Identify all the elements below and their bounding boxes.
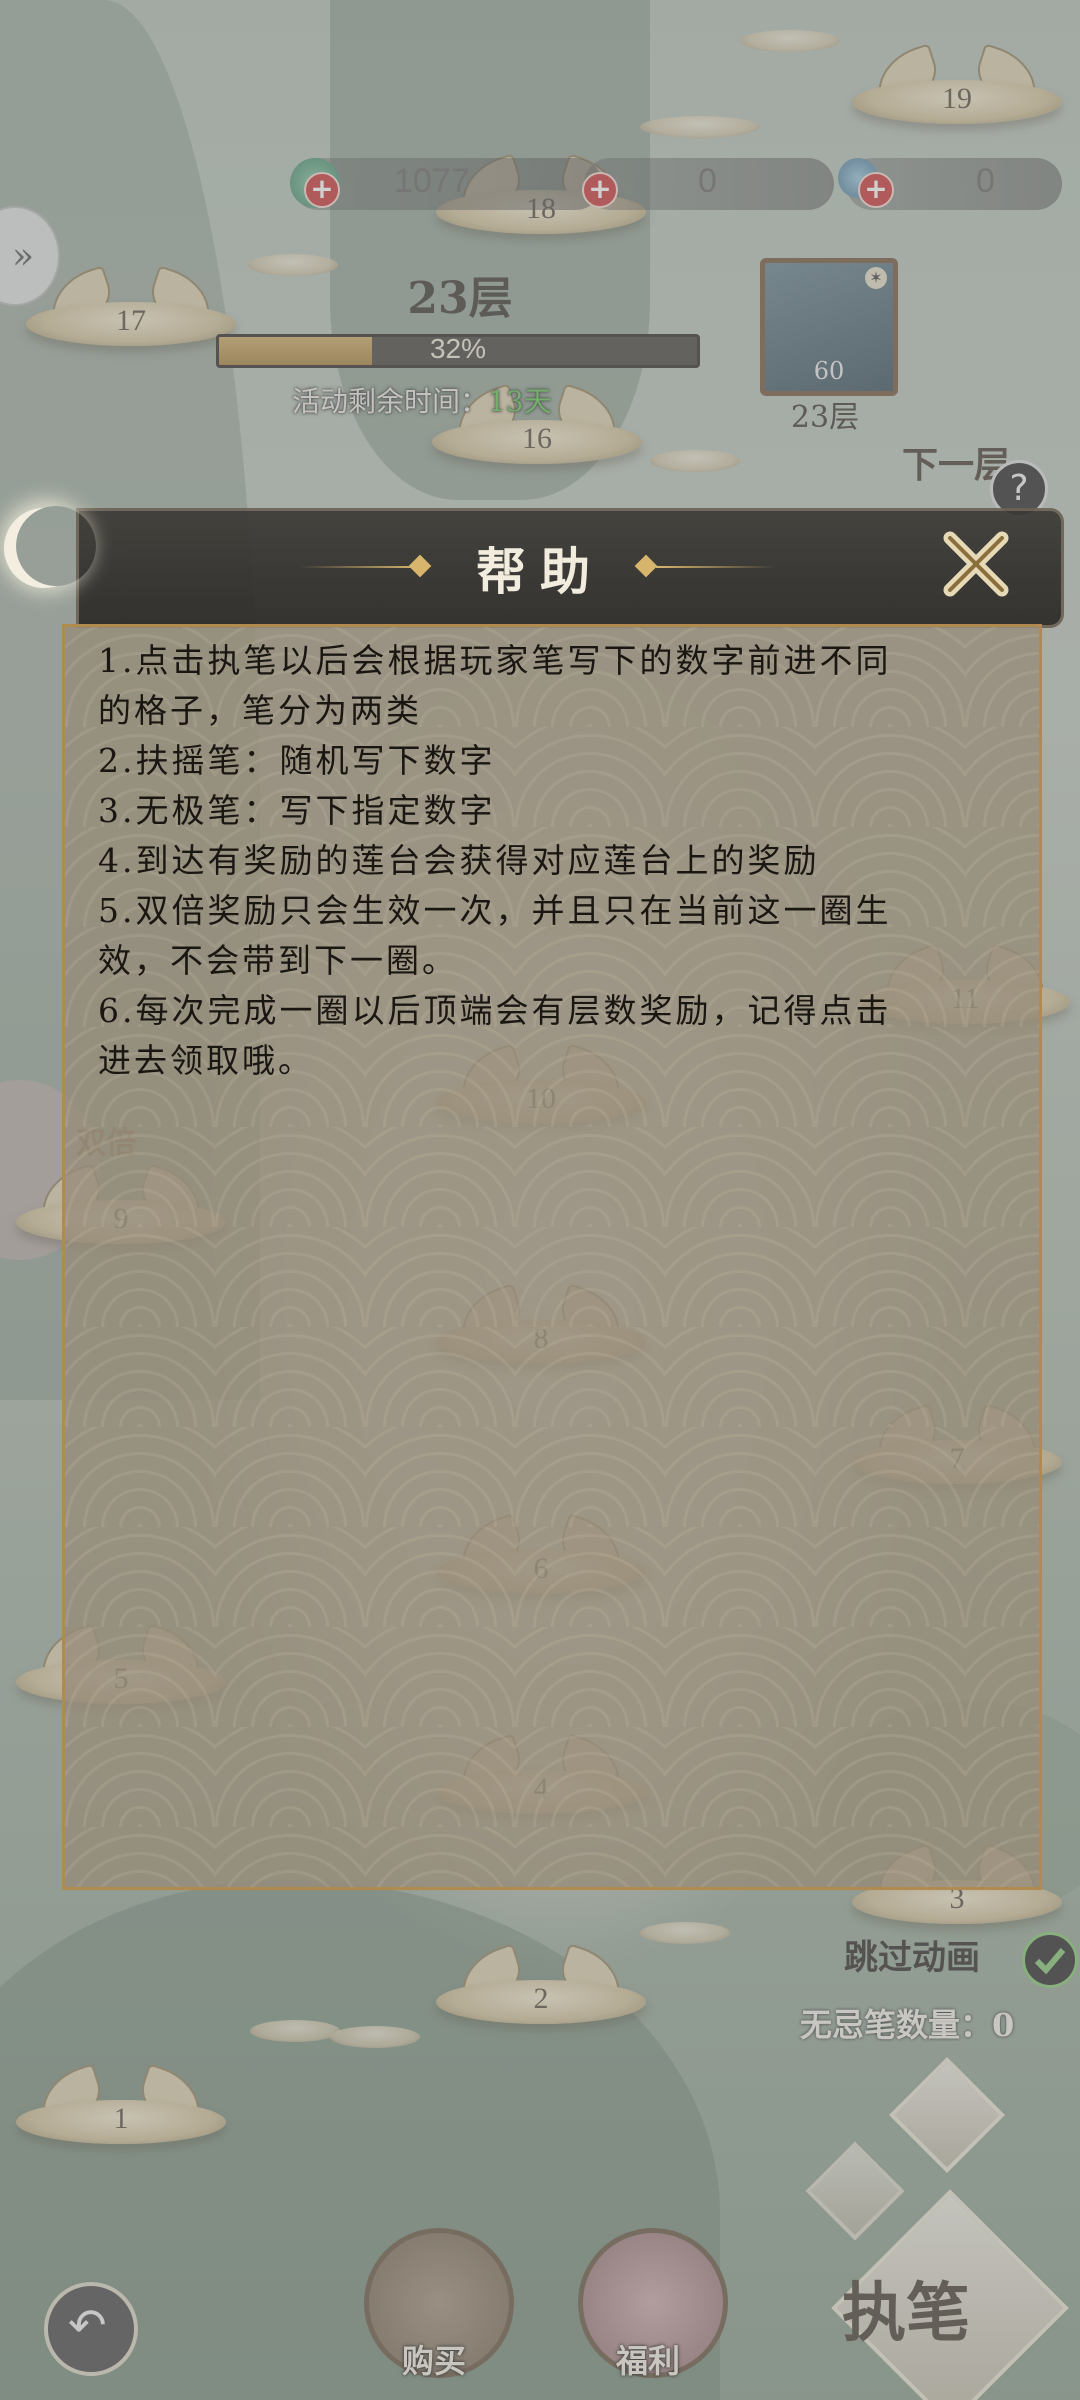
help-line: 2.扶摇笔：随机写下数字 [98,741,496,780]
help-line: 5.双倍奖励只会生效一次，并且只在当前这一圈生 [98,891,892,930]
help-line: 6.每次完成一圈以后顶端会有层数奖励，记得点击 [98,991,892,1030]
title-decor-line [300,566,420,568]
game-screen: { "resources": [ {"name": "jade-currency… [0,0,1080,2400]
moon-icon [16,506,96,586]
help-line: 进去领取哦。 [98,1041,314,1080]
help-line: 1.点击执笔以后会根据玩家笔写下的数字前进不同 [98,641,892,680]
help-line: 效，不会带到下一圈。 [98,941,458,980]
title-decor-line [656,566,776,568]
help-line: 3.无极笔：写下指定数字 [98,791,496,830]
help-text: 1.点击执笔以后会根据玩家笔写下的数字前进不同 的格子，笔分为两类 2.扶摇笔：… [98,636,998,1086]
help-line: 4.到达有奖励的莲台会获得对应莲台上的奖励 [98,841,820,880]
dialog-title: 帮助 [476,542,604,601]
close-icon [943,531,1009,597]
close-button[interactable] [936,528,1016,600]
help-line: 的格子，笔分为两类 [98,691,422,730]
